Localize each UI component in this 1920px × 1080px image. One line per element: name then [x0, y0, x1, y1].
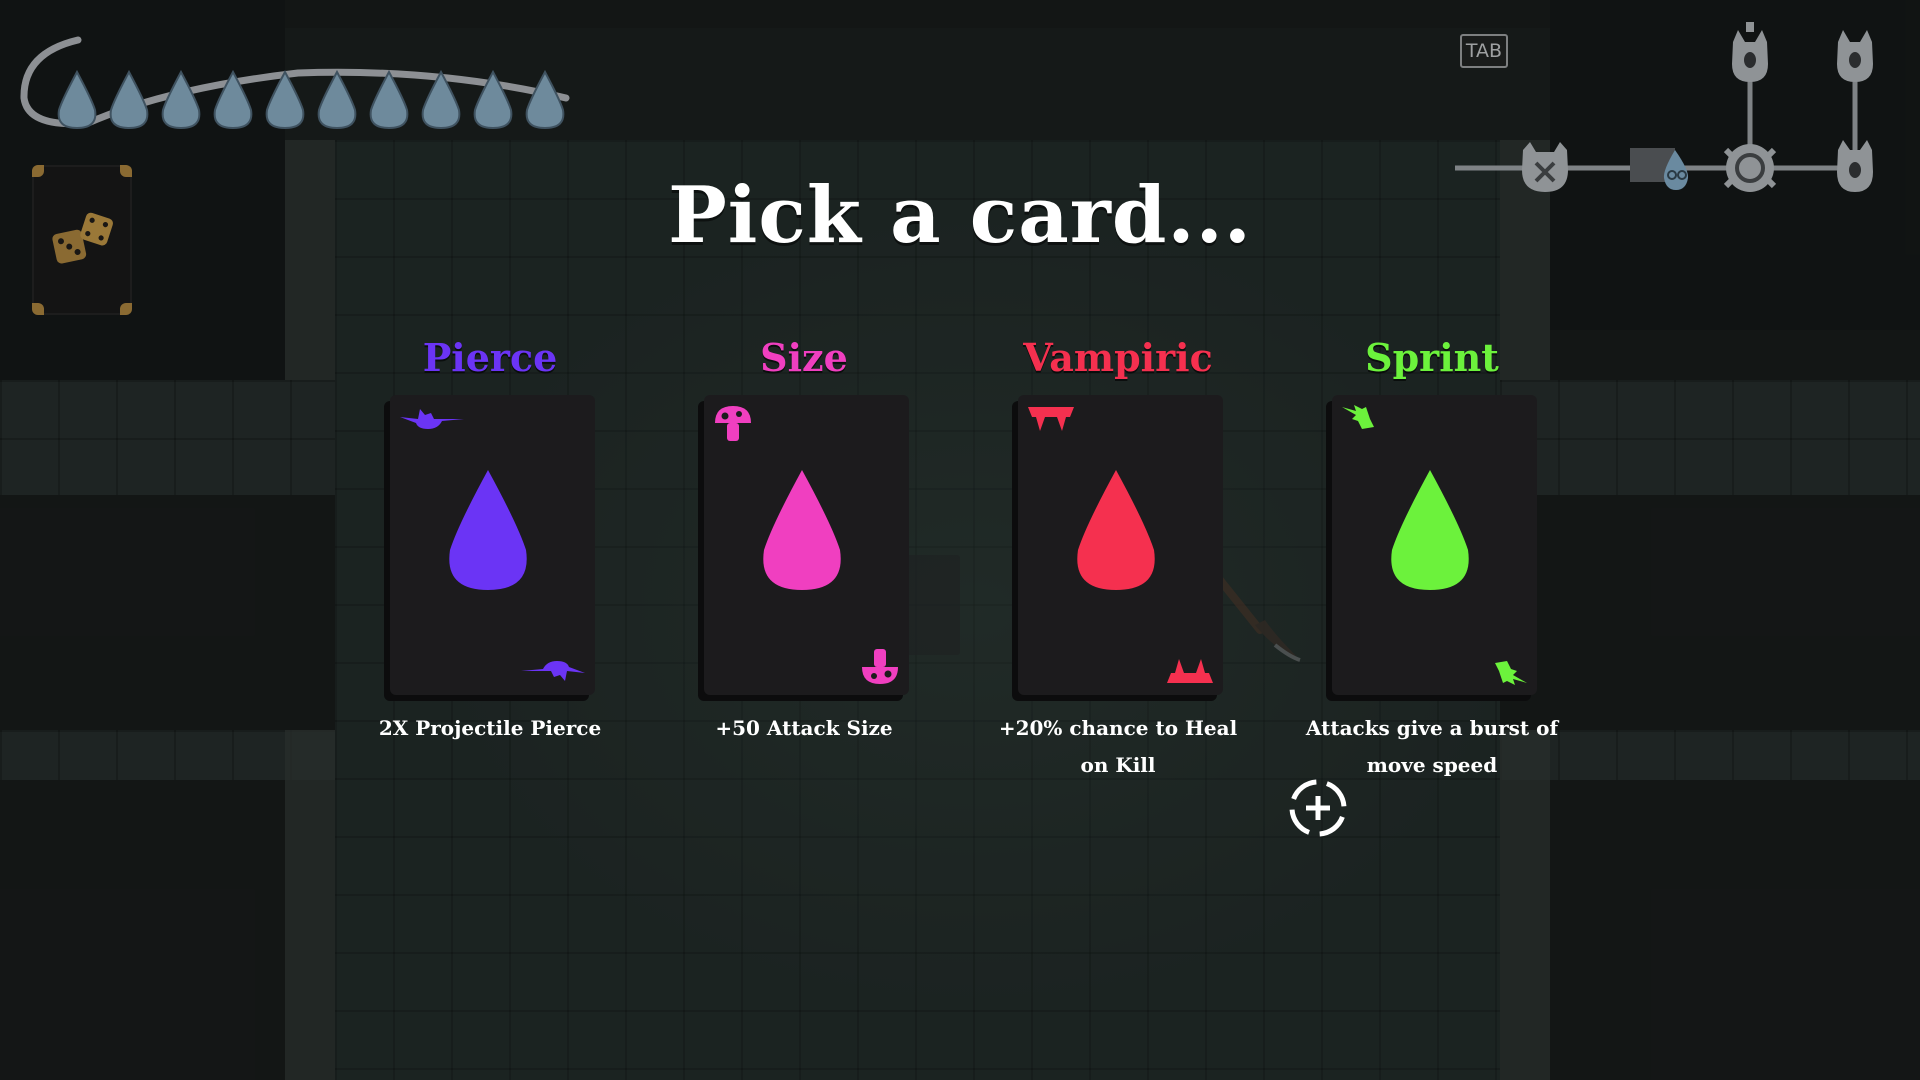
health-drop-icon: [161, 70, 201, 130]
card-corner: [120, 303, 132, 315]
card-description: 2X Projectile Pierce: [378, 716, 602, 740]
winged-boot-icon: [1495, 661, 1527, 685]
card-name: Sprint: [1365, 335, 1499, 380]
health-drop-icon: [421, 70, 461, 130]
mushroom-icon: [862, 649, 898, 684]
health-drop-icon: [57, 70, 97, 130]
health-drop-icon: [369, 70, 409, 130]
card-description: Attacks give a burst of move speed: [1305, 716, 1559, 777]
card-option-pierce[interactable]: Pierce 2X Projectile Pierce: [360, 335, 620, 795]
health-drop-icon: [317, 70, 357, 130]
health-drop-icon: [265, 70, 305, 130]
card-name: Size: [760, 335, 848, 380]
card-face: [390, 395, 595, 695]
card-name: Vampiric: [1023, 335, 1213, 380]
card-face: [1018, 395, 1223, 695]
unexplored-room-icon: [1732, 22, 1768, 82]
fangs-icon: [1028, 407, 1074, 431]
health-drops: [56, 70, 566, 130]
health-bar: [18, 28, 578, 138]
card-option-vampiric[interactable]: Vampiric +20% chance to Heal on Kill: [988, 335, 1248, 795]
health-drop-icon: [525, 70, 565, 130]
bat-icon: [521, 661, 585, 681]
drop-icon: [763, 470, 841, 590]
card-face: [1332, 395, 1537, 695]
health-drop-icon: [473, 70, 513, 130]
card-description: +20% chance to Heal on Kill: [998, 716, 1238, 777]
page-title: Pick a card...: [668, 170, 1252, 261]
drop-icon: [449, 470, 527, 590]
drop-icon: [1391, 470, 1469, 590]
health-drop-icon: [213, 70, 253, 130]
bat-icon: [400, 409, 464, 429]
card-corner: [32, 303, 44, 315]
crosshair-cursor-icon: [1289, 779, 1347, 837]
winged-boot-icon: [1342, 405, 1374, 429]
health-drop-icon: [109, 70, 149, 130]
card-description: +50 Attack Size: [715, 716, 893, 740]
unexplored-room-icon: [1837, 30, 1873, 82]
card-option-size[interactable]: Size +50 Attack Size: [674, 335, 934, 795]
game-screen: TAB Pick a card... Pierce 2X Projectile …: [0, 0, 1920, 1080]
card-face: [704, 395, 909, 695]
drop-icon: [1077, 470, 1155, 590]
fangs-icon: [1167, 659, 1213, 683]
card-option-sprint[interactable]: Sprint Attacks give a burst of move spee…: [1302, 335, 1562, 795]
card-name: Pierce: [422, 335, 558, 380]
mushroom-icon: [715, 406, 751, 441]
